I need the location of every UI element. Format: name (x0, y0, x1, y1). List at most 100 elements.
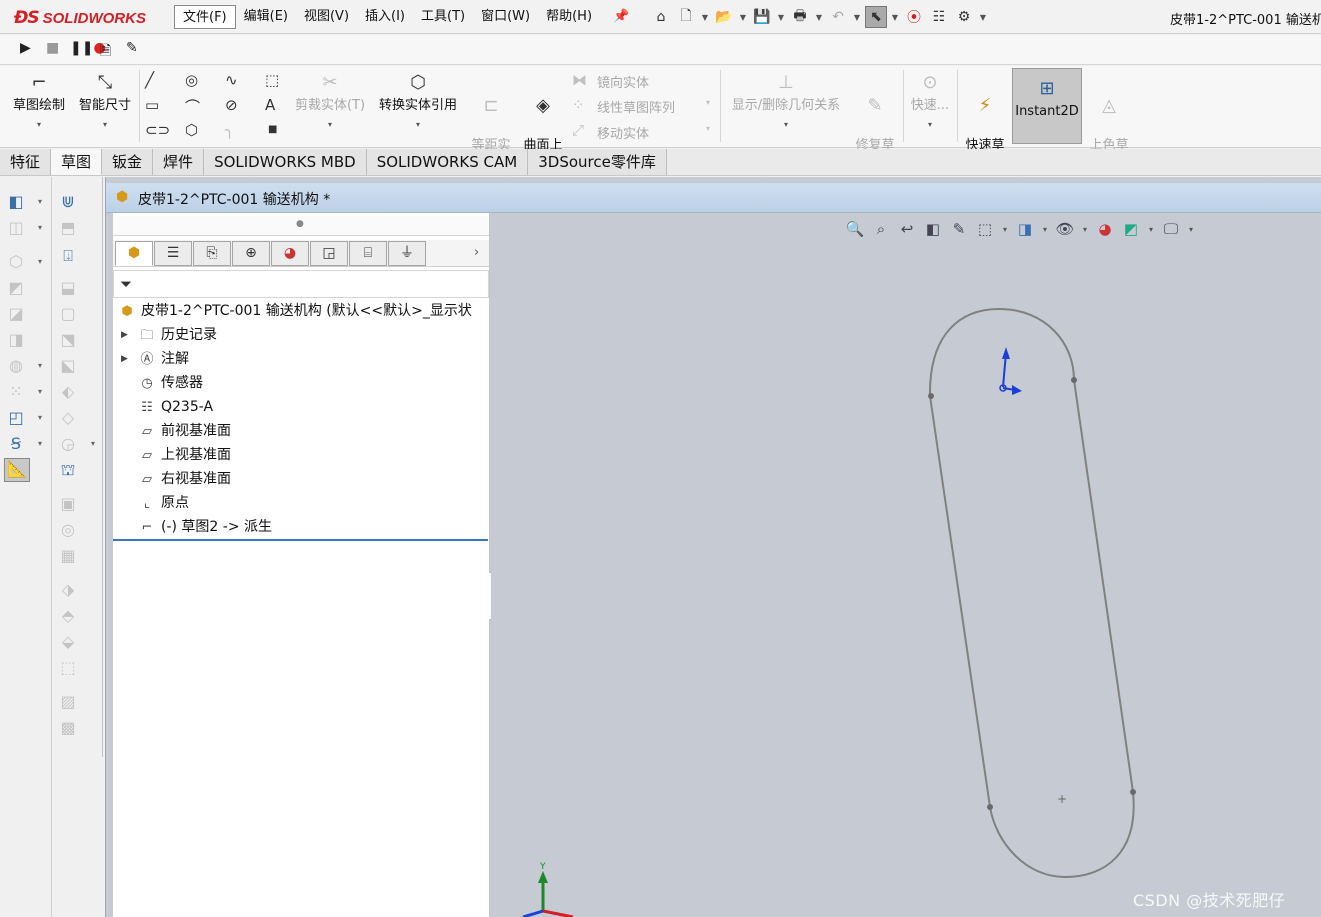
undo-dropdown-icon[interactable]: ▼ (852, 6, 862, 28)
sketch-point[interactable] (1130, 789, 1136, 795)
move-entities-button[interactable]: 移动实体 (597, 123, 649, 142)
expand-icon[interactable]: ▶ (121, 348, 128, 370)
save-dropdown-icon[interactable]: ▼ (776, 6, 786, 28)
select-dropdown-icon[interactable]: ▼ (890, 6, 900, 28)
tab-cam-operation[interactable]: ⌸ (349, 241, 387, 266)
reference-geometry-icon[interactable]: ◰ (6, 408, 26, 428)
home-icon[interactable]: ⌂ (650, 6, 672, 28)
combine-icon[interactable]: ▨ (58, 692, 78, 712)
boundary-icon[interactable]: ◪ (6, 304, 26, 324)
ruled-surface-icon[interactable]: ▢ (58, 304, 78, 324)
surface-sweep-icon[interactable]: ⋓ (58, 192, 78, 212)
thicken-icon[interactable]: ⬕ (58, 356, 78, 376)
curves-icon[interactable]: Ꞩ (6, 434, 26, 454)
tree-item-history[interactable]: ▶ 🗀 历史记录 (121, 324, 217, 346)
sketch-dropdown-icon[interactable]: ▾ (8, 116, 70, 133)
sketch-button[interactable]: ⌐ 草图绘制 ▾ (8, 72, 70, 133)
instant2d-button[interactable]: ⊞ Instant2D (1012, 78, 1082, 120)
menu-tools[interactable]: 工具(T) (413, 5, 473, 29)
chevron-right-icon[interactable]: › (474, 245, 479, 260)
run-macro-icon[interactable]: ▶ (20, 40, 31, 56)
hole-wizard-icon[interactable]: ▩ (58, 718, 78, 738)
new-macro-icon[interactable]: 🗎 (100, 40, 111, 64)
tree-item-top-plane[interactable]: ▱ 上视基准面 (137, 444, 231, 466)
offset-surface-icon[interactable]: ⬓ (58, 278, 78, 298)
fillet-feature-icon[interactable]: ◍ (6, 356, 26, 376)
view-triad-icon[interactable]: Y (522, 862, 574, 917)
sketch-point[interactable] (1071, 377, 1077, 383)
sweep-icon[interactable]: ⬡ (6, 252, 26, 272)
tree-item-front-plane[interactable]: ▱ 前视基准面 (137, 420, 231, 442)
fillet-icon[interactable]: ╮ (225, 121, 234, 139)
linear-pattern-icon[interactable]: ⁘ (572, 96, 585, 114)
quick-snaps-button[interactable]: ⊙ 快速... ▾ (906, 72, 954, 133)
open-icon[interactable]: 📂 (713, 6, 735, 28)
arc-icon[interactable]: ⌒ (185, 96, 200, 117)
tab-sketch[interactable]: 草图 (51, 149, 103, 175)
tree-rollback-bar[interactable] (113, 539, 488, 541)
instant3d-icon[interactable]: 📐 (4, 458, 30, 482)
dome-icon[interactable]: ⬘ (58, 606, 78, 626)
panel-grip[interactable]: ● (113, 216, 489, 236)
polygon-icon[interactable]: ⬡ (185, 121, 198, 139)
tab-mbd[interactable]: SOLIDWORKS MBD (204, 149, 367, 175)
tab-display-manager[interactable]: ◕ (271, 241, 309, 266)
revolve-icon[interactable]: ◫ (6, 218, 26, 238)
pin-menu-icon[interactable]: 📌 (613, 9, 629, 24)
print-dropdown-icon[interactable]: ▼ (814, 6, 824, 28)
sketch-point[interactable] (987, 804, 993, 810)
options-gear-icon[interactable]: ⚙ (953, 6, 975, 28)
slot-sketch-profile[interactable] (928, 307, 1135, 879)
pattern-dropdown-icon[interactable]: ▾ (706, 98, 710, 107)
menu-insert[interactable]: 插入(I) (357, 5, 413, 29)
open-dropdown-icon[interactable]: ▼ (738, 6, 748, 28)
tab-weldments[interactable]: 焊件 (153, 149, 205, 175)
spline-icon[interactable]: ∿ (225, 71, 238, 89)
edit-macro-icon[interactable]: ✎ (126, 40, 138, 56)
tree-item-annotations[interactable]: ▶ Ⓐ 注解 (121, 348, 189, 370)
smart-dimension-dropdown-icon[interactable]: ▾ (74, 116, 136, 133)
sketch-point[interactable] (928, 393, 934, 399)
point-icon[interactable]: ■ (268, 124, 277, 135)
tab-cam[interactable]: SOLIDWORKS CAM (366, 149, 529, 175)
undo-icon[interactable]: ↶ (827, 6, 849, 28)
tab-property-manager[interactable]: ☰ (154, 241, 192, 266)
mirror-feature-icon[interactable]: ⬚ (58, 658, 78, 678)
tree-item-origin[interactable]: ⌞ 原点 (137, 492, 189, 514)
tab-3dsource[interactable]: 3DSource零件库 (528, 149, 667, 175)
extrude-boss-icon[interactable]: ◧ (6, 192, 26, 212)
tab-feature-tree[interactable]: ⬢ (115, 241, 153, 266)
stop-macro-icon[interactable]: ■ (46, 40, 59, 56)
text-icon[interactable]: A (265, 96, 275, 114)
smart-dimension-button[interactable]: ⤡ 智能尺寸 ▾ (74, 72, 136, 133)
file-properties-icon[interactable]: ☷ (928, 6, 950, 28)
feature-tree-filter[interactable]: ⏷ (113, 270, 489, 298)
tree-item-right-plane[interactable]: ▱ 右视基准面 (137, 468, 231, 490)
print-icon[interactable]: 🖶 (789, 6, 811, 28)
menu-view[interactable]: 视图(V) (296, 5, 357, 29)
tree-item-sensors[interactable]: ◷ 传感器 (137, 372, 203, 394)
menu-help[interactable]: 帮助(H) (538, 5, 600, 29)
planar-surface-icon[interactable]: ◇ (58, 408, 78, 428)
solidworks-logo[interactable]: ƉS SOLIDWORKS (14, 6, 146, 30)
surface-extrude-icon[interactable]: ⍗ (58, 246, 78, 266)
display-relations-button[interactable]: ⊥ 显示/删除几何关系 ▾ (724, 72, 848, 133)
construction-geometry-icon[interactable]: ⬚ (265, 71, 279, 89)
surface-fill-icon[interactable]: ⬔ (58, 330, 78, 350)
new-dropdown-icon[interactable]: ▼ (700, 6, 710, 28)
expand-icon[interactable]: ▶ (121, 324, 128, 346)
loft-icon[interactable]: ◩ (6, 278, 26, 298)
knit-icon[interactable]: ⬖ (58, 382, 78, 402)
line-icon[interactable]: ╱ (145, 71, 154, 89)
move-icon[interactable]: ⤢ (572, 121, 584, 139)
circle-icon[interactable]: ◎ (185, 71, 198, 89)
document-title-bar[interactable]: ⬢ 皮带1-2^PTC-001 输送机构 * (106, 183, 1321, 213)
draft-icon[interactable]: ◎ (58, 520, 78, 540)
tree-root[interactable]: ⬢ 皮带1-2^PTC-001 输送机构 (默认<<默认>_显示状 (117, 300, 472, 322)
pattern-feature-icon[interactable]: ⁙ (6, 382, 26, 402)
menu-edit[interactable]: 编辑(E) (236, 5, 296, 29)
traffic-light-icon[interactable]: ⦿ (903, 6, 925, 28)
cut-icon[interactable]: ◨ (6, 330, 26, 350)
mirror-icon[interactable]: ⧓ (572, 71, 587, 89)
tab-cam-feature[interactable]: ◲ (310, 241, 348, 266)
